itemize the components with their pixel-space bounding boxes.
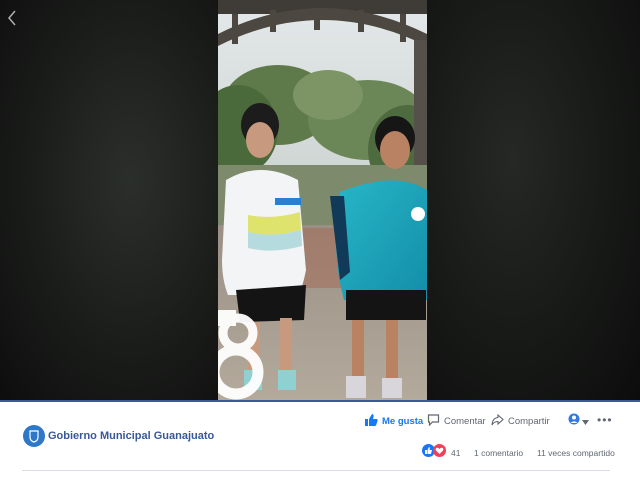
love-reaction-icon — [433, 444, 446, 462]
audience-selector[interactable] — [568, 412, 589, 430]
comment-count-link[interactable]: 1 comentario — [474, 448, 523, 458]
globe-icon — [568, 412, 580, 430]
speech-bubble-icon — [427, 413, 440, 429]
blurred-backdrop-right — [427, 0, 640, 400]
like-button[interactable]: Me gusta — [365, 413, 424, 429]
more-options-button[interactable]: ••• — [597, 414, 613, 428]
thumbs-up-icon — [365, 413, 378, 429]
footer-divider — [22, 470, 610, 471]
blurred-backdrop-left — [0, 0, 218, 400]
share-arrow-icon — [491, 413, 504, 429]
comment-button-label: Comentar — [444, 415, 486, 427]
share-button-label: Compartir — [508, 415, 550, 427]
reaction-count: 41 — [451, 448, 461, 458]
chevron-down-icon — [582, 412, 589, 430]
ellipsis-icon: ••• — [597, 413, 613, 427]
chevron-left-icon — [4, 10, 20, 32]
media-viewer — [0, 0, 640, 400]
reactions-summary[interactable]: 41 — [422, 444, 461, 462]
back-button[interactable] — [4, 8, 20, 28]
comment-button[interactable]: Comentar — [427, 413, 486, 429]
like-button-label: Me gusta — [382, 415, 424, 427]
municipal-seal-icon — [24, 426, 44, 446]
share-button[interactable]: Compartir — [491, 413, 550, 429]
page-avatar[interactable] — [23, 425, 45, 447]
page-name-link[interactable]: Gobierno Municipal Guanajuato — [48, 430, 214, 442]
video-player[interactable] — [218, 0, 427, 400]
share-count-link[interactable]: 11 veces compartido — [537, 448, 615, 458]
video-frame — [218, 0, 427, 400]
